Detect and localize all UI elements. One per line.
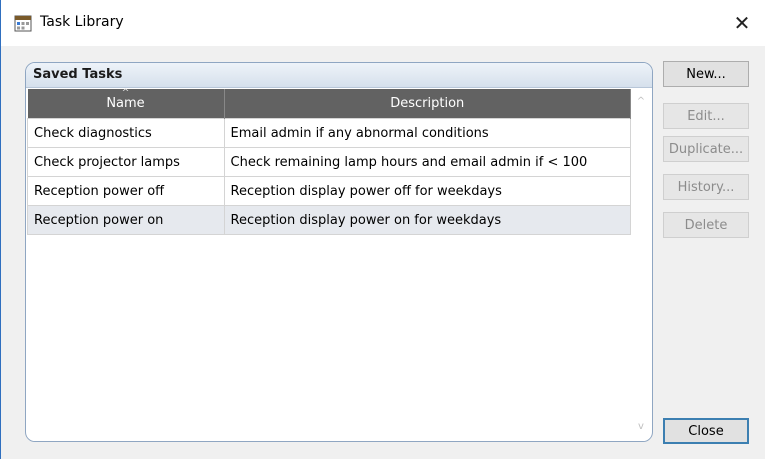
window-title: Task Library — [40, 14, 124, 30]
edit-task-button[interactable]: Edit... — [663, 103, 749, 129]
task-description-cell: Email admin if any abnormal conditions — [223, 118, 631, 148]
scroll-down-icon[interactable]: v — [635, 421, 647, 433]
task-description-cell: Reception display power off for weekdays — [223, 176, 631, 206]
column-header-description-label: Description — [390, 96, 465, 111]
task-table: ^ Name Description Check diagnostics Ema… — [27, 88, 631, 235]
sort-ascending-icon: ^ — [121, 88, 130, 98]
panel-title: Saved Tasks — [26, 63, 652, 88]
task-history-button[interactable]: History... — [663, 174, 749, 200]
table-row-selected[interactable]: Reception power on Reception display pow… — [27, 205, 631, 235]
task-table-container[interactable]: ^ Name Description Check diagnostics Ema… — [27, 88, 651, 441]
task-name-cell: Reception power on — [27, 205, 225, 235]
column-header-name[interactable]: ^ Name — [27, 88, 225, 119]
table-row[interactable]: Check diagnostics Email admin if any abn… — [27, 118, 631, 148]
task-description-cell: Reception display power on for weekdays — [223, 205, 631, 235]
title-bar: Task Library ✕ — [1, 0, 765, 46]
column-header-description[interactable]: Description — [224, 89, 631, 119]
task-name-cell: Check projector lamps — [27, 147, 225, 177]
new-task-button[interactable]: New... — [663, 61, 749, 87]
task-name-cell: Reception power off — [27, 176, 225, 206]
delete-task-button[interactable]: Delete — [663, 212, 749, 238]
scroll-up-icon[interactable]: ^ — [635, 96, 647, 108]
close-window-icon[interactable]: ✕ — [719, 0, 765, 46]
duplicate-task-button[interactable]: Duplicate... — [663, 136, 749, 162]
task-library-window: Task Library ✕ Saved Tasks ^ Name Descri… — [0, 0, 765, 459]
saved-tasks-panel: Saved Tasks ^ Name Description Check dia… — [25, 62, 653, 442]
close-button[interactable]: Close — [663, 418, 749, 444]
column-header-name-label: Name — [106, 96, 145, 111]
task-description-cell: Check remaining lamp hours and email adm… — [223, 147, 631, 177]
task-library-icon — [14, 15, 32, 32]
task-name-cell: Check diagnostics — [27, 118, 225, 148]
table-row[interactable]: Check projector lamps Check remaining la… — [27, 147, 631, 177]
table-row[interactable]: Reception power off Reception display po… — [27, 176, 631, 206]
